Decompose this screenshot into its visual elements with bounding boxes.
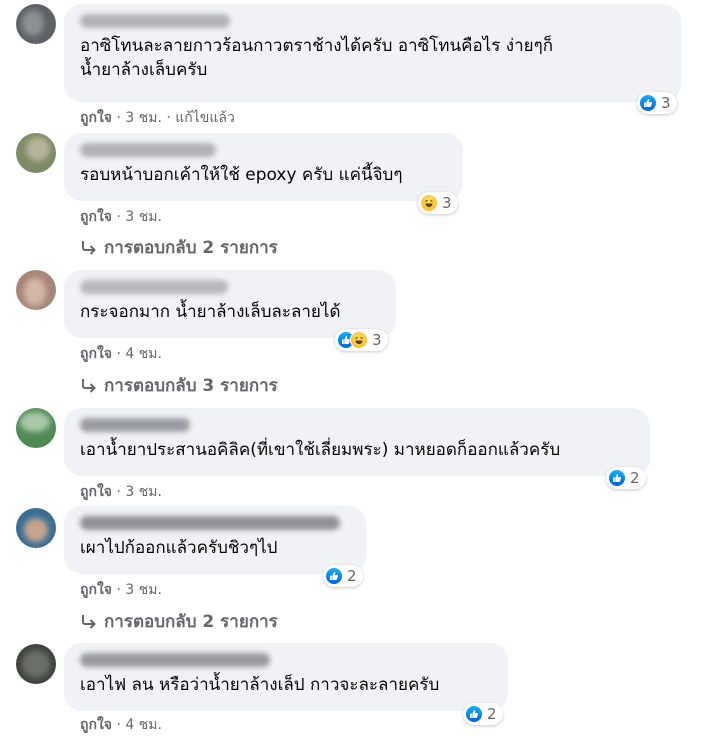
author-name[interactable] bbox=[80, 418, 190, 432]
timestamp[interactable]: 4 ชม. bbox=[125, 346, 162, 362]
comment-text: เอาน้ำยาประสานอคิลิค(ที่เขาใช้เลี่ยมพระ)… bbox=[80, 440, 561, 460]
haha-icon bbox=[350, 331, 368, 349]
author-name[interactable] bbox=[80, 143, 216, 157]
like-icon bbox=[608, 469, 626, 487]
comment-bubble: กระจอกมาก น้ำยาล้างเล็บละลายได้ bbox=[64, 270, 396, 338]
edited-label[interactable]: แก้ไขแล้ว bbox=[175, 110, 235, 126]
separator-dot: · bbox=[116, 717, 121, 733]
author-name[interactable] bbox=[80, 280, 228, 294]
replies-label[interactable]: การตอบกลับ 3 รายการ bbox=[104, 372, 278, 399]
like-link[interactable]: ถูกใจ bbox=[80, 582, 112, 598]
avatar[interactable] bbox=[16, 508, 56, 548]
like-link[interactable]: ถูกใจ bbox=[80, 346, 112, 362]
comment-text: เผาไปก้ออกแล้วครับชิวๆไป bbox=[80, 538, 278, 558]
reaction-count: 3 bbox=[442, 194, 452, 212]
separator-dot: · bbox=[116, 209, 121, 225]
like-link[interactable]: ถูกใจ bbox=[80, 209, 112, 225]
reply-arrow-icon bbox=[80, 377, 98, 395]
reaction-count: 2 bbox=[347, 567, 357, 585]
separator-dot: · bbox=[116, 582, 121, 598]
reaction-summary[interactable]: 3 bbox=[335, 329, 388, 351]
comment-bubble: เอาไฟ ลน หรือว่าน้ำยาล้างเล็ป กาวจะละลาย… bbox=[64, 643, 508, 711]
comment-meta: ถูกใจ · 4 ชม. bbox=[80, 343, 162, 365]
view-replies-link[interactable]: การตอบกลับ 2 รายการ bbox=[80, 234, 278, 261]
avatar[interactable] bbox=[16, 133, 56, 173]
reply-arrow-icon bbox=[80, 613, 98, 631]
comment-text: กระจอกมาก น้ำยาล้างเล็บละลายได้ bbox=[80, 302, 341, 322]
reply-arrow-icon bbox=[80, 239, 98, 257]
view-replies-link[interactable]: การตอบกลับ 2 รายการ bbox=[80, 608, 278, 635]
reaction-summary[interactable]: 3 bbox=[637, 92, 677, 114]
reaction-summary[interactable]: 2 bbox=[606, 467, 646, 489]
view-replies-link[interactable]: การตอบกลับ 3 รายการ bbox=[80, 372, 278, 399]
replies-label[interactable]: การตอบกลับ 2 รายการ bbox=[104, 608, 278, 635]
comment-bubble: อาซิโทนละลายกาวร้อนกาวตราช้างได้ครับ อาซ… bbox=[64, 4, 681, 102]
like-link[interactable]: ถูกใจ bbox=[80, 484, 112, 500]
comment-meta: ถูกใจ · 3 ชม. · แก้ไขแล้ว bbox=[80, 107, 235, 129]
reaction-summary[interactable]: 2 bbox=[463, 703, 503, 725]
avatar[interactable] bbox=[16, 644, 56, 684]
comment-bubble: รอบหน้าบอกเค้าให้ใช้ epoxy ครับ แค่นี้จิ… bbox=[64, 133, 463, 201]
avatar[interactable] bbox=[16, 270, 56, 310]
reaction-count: 2 bbox=[487, 705, 497, 723]
reaction-summary[interactable]: 3 bbox=[418, 192, 458, 214]
timestamp[interactable]: 3 ชม. bbox=[125, 110, 162, 126]
avatar[interactable] bbox=[16, 408, 56, 448]
timestamp[interactable]: 4 ชม. bbox=[125, 717, 162, 733]
like-icon bbox=[325, 567, 343, 585]
comment-bubble: เผาไปก้ออกแล้วครับชิวๆไป bbox=[64, 506, 366, 574]
comment-text: เอาไฟ ลน หรือว่าน้ำยาล้างเล็ป กาวจะละลาย… bbox=[80, 675, 440, 695]
comment-meta: ถูกใจ · 3 ชม. bbox=[80, 206, 162, 228]
comment-text: อาซิโทนละลายกาวร้อนกาวตราช้างได้ครับ อาซ… bbox=[80, 36, 553, 80]
reaction-count: 2 bbox=[630, 469, 640, 487]
timestamp[interactable]: 3 ชม. bbox=[125, 582, 162, 598]
reaction-count: 3 bbox=[661, 94, 671, 112]
comment-meta: ถูกใจ · 3 ชม. bbox=[80, 481, 162, 503]
timestamp[interactable]: 3 ชม. bbox=[125, 209, 162, 225]
separator-dot: · bbox=[116, 484, 121, 500]
separator-dot: · bbox=[166, 110, 171, 126]
reaction-count: 3 bbox=[372, 331, 382, 349]
comment-meta: ถูกใจ · 4 ชม. bbox=[80, 714, 162, 736]
separator-dot: · bbox=[116, 346, 121, 362]
like-icon bbox=[639, 94, 657, 112]
timestamp[interactable]: 3 ชม. bbox=[125, 484, 162, 500]
comment-bubble: เอาน้ำยาประสานอคิลิค(ที่เขาใช้เลี่ยมพระ)… bbox=[64, 408, 650, 476]
separator-dot: · bbox=[116, 110, 121, 126]
comment-text: รอบหน้าบอกเค้าให้ใช้ epoxy ครับ แค่นี้จิ… bbox=[80, 165, 403, 185]
like-icon bbox=[465, 705, 483, 723]
like-link[interactable]: ถูกใจ bbox=[80, 110, 112, 126]
author-name[interactable] bbox=[80, 516, 340, 530]
author-name[interactable] bbox=[80, 14, 230, 28]
comment-meta: ถูกใจ · 3 ชม. bbox=[80, 579, 162, 601]
replies-label[interactable]: การตอบกลับ 2 รายการ bbox=[104, 234, 278, 261]
avatar[interactable] bbox=[16, 4, 56, 44]
author-name[interactable] bbox=[80, 653, 270, 667]
reaction-summary[interactable]: 2 bbox=[323, 565, 363, 587]
haha-icon bbox=[420, 194, 438, 212]
like-link[interactable]: ถูกใจ bbox=[80, 717, 112, 733]
